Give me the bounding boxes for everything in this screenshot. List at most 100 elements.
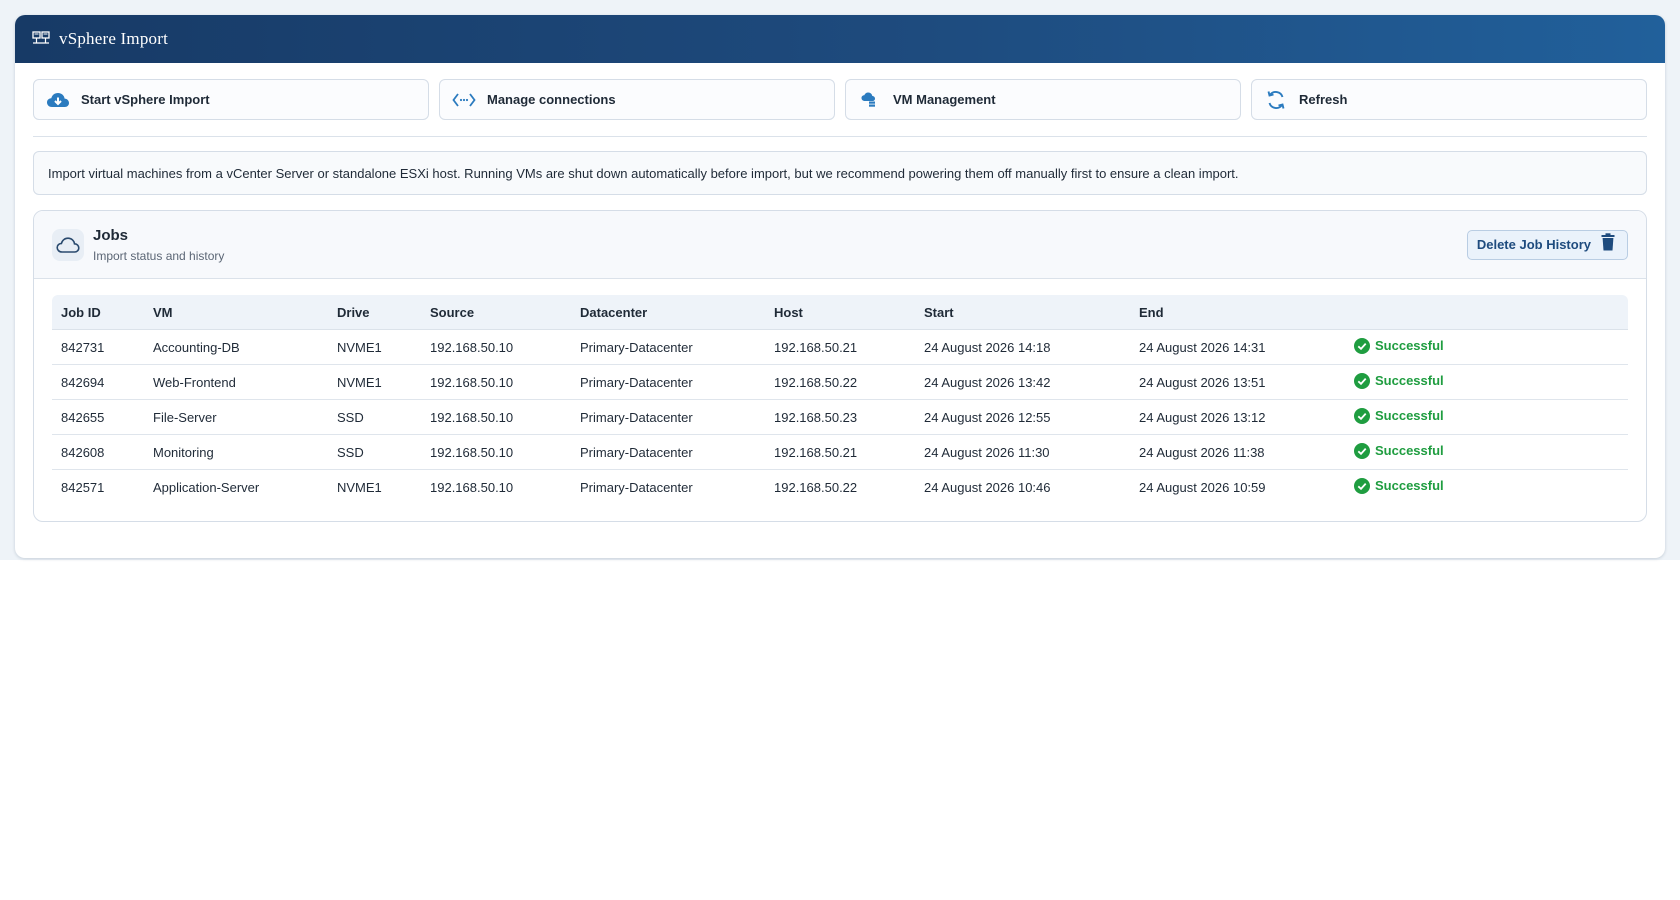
cell-host: 192.168.50.22 (774, 479, 858, 495)
cell-job-id: 842571 (61, 479, 105, 495)
cell-status: Successful (1345, 470, 1628, 505)
cell-drive: NVME1 (337, 479, 382, 495)
cloud-server-icon (858, 88, 882, 112)
status-text: Successful (1375, 478, 1444, 493)
cell-status: Successful (1345, 329, 1628, 365)
start-vsphere-import-button[interactable]: Start vSphere Import (33, 79, 429, 120)
status-badge: Successful (1354, 477, 1444, 494)
check-circle-icon (1354, 442, 1370, 459)
cell-job-id: 842694 (52, 364, 144, 400)
column-header-drive: Drive (328, 295, 421, 330)
cell-host: 192.168.50.21 (765, 434, 915, 470)
vm-management-label: VM Management (893, 92, 996, 107)
toolbar-divider (33, 136, 1647, 137)
delete-job-history-label: Delete Job History (1476, 237, 1591, 252)
info-message: Import virtual machines from a vCenter S… (33, 151, 1647, 195)
column-header-host: Host (765, 295, 915, 330)
cell-source: 192.168.50.10 (421, 399, 571, 435)
cell-host: 192.168.50.23 (765, 399, 915, 435)
cloud-icon (52, 228, 84, 261)
check-circle-icon (1354, 337, 1370, 354)
server-network-icon (32, 31, 50, 47)
cell-job-id: 842608 (52, 434, 144, 470)
cell-datacenter: Primary-Datacenter (571, 434, 765, 470)
cell-datacenter: Primary-Datacenter (571, 329, 765, 365)
cell-job-id: 842731 (52, 329, 144, 365)
cell-start: 24 August 2026 14:18 (915, 329, 1130, 365)
check-circle-icon (1354, 477, 1370, 494)
cell-drive: NVME1 (328, 364, 421, 400)
column-header-vm: VM (144, 295, 328, 330)
delete-job-history-button[interactable]: Delete Job History (1466, 229, 1628, 260)
table-row[interactable]: 842608 Monitoring SSD 192.168.50.10 Prim… (52, 434, 1628, 470)
cell-vm: Accounting-DB (144, 329, 328, 365)
cell-drive: SSD (328, 399, 421, 435)
cell-start: 24 August 2026 12:55 (915, 399, 1130, 435)
table-header-row: Job ID VM Drive Source Datacenter Host S… (52, 295, 1628, 330)
toolbar: Start vSphere Import Manage connections (33, 79, 1647, 120)
table-row[interactable]: 842694 Web-Frontend NVME1 192.168.50.10 … (52, 364, 1628, 400)
vsphere-import-window: vSphere Import Start vSphere Import Mana… (15, 15, 1665, 558)
status-badge: Successful (1354, 337, 1444, 354)
info-text: Import virtual machines from a vCenter S… (48, 165, 1239, 181)
status-badge: Successful (1354, 372, 1444, 389)
cell-host: 192.168.50.22 (765, 364, 915, 400)
cell-drive: SSD (328, 434, 421, 470)
status-text: Successful (1375, 408, 1444, 423)
trash-icon (1601, 233, 1615, 256)
cell-vm: Web-Frontend (144, 364, 328, 400)
status-text: Successful (1375, 373, 1444, 388)
refresh-button[interactable]: Refresh (1251, 79, 1647, 120)
cell-start: 24 August 2026 10:46 (924, 479, 1051, 495)
jobs-table-wrap: Job ID VM Drive Source Datacenter Host S… (34, 279, 1646, 504)
table-row[interactable]: 842655 File-Server SSD 192.168.50.10 Pri… (52, 399, 1628, 435)
manage-connections-label: Manage connections (487, 92, 616, 107)
cell-vm: Monitoring (144, 434, 328, 470)
cell-source: 192.168.50.10 (421, 364, 571, 400)
column-header-start: Start (915, 295, 1130, 330)
cell-drive: NVME1 (328, 329, 421, 365)
column-header-source: Source (421, 295, 571, 330)
window-title: vSphere Import (59, 29, 169, 48)
title-bar: vSphere Import (15, 15, 1665, 63)
table-row[interactable]: 842571 Application-Server NVME1 192.168.… (52, 470, 1628, 505)
cell-source: 192.168.50.10 (430, 479, 514, 495)
cell-end: 24 August 2026 11:38 (1130, 434, 1345, 470)
cell-start: 24 August 2026 13:42 (915, 364, 1130, 400)
jobs-titles: Jobs Import status and history (93, 227, 224, 263)
cell-datacenter: Primary-Datacenter (571, 364, 765, 400)
cell-end: 24 August 2026 10:59 (1139, 479, 1266, 495)
cell-host: 192.168.50.21 (765, 329, 915, 365)
cell-start: 24 August 2026 11:30 (915, 434, 1130, 470)
cloud-download-icon (46, 88, 70, 112)
jobs-title: Jobs (93, 226, 129, 244)
check-circle-icon (1354, 407, 1370, 424)
jobs-header: Jobs Import status and history Delete Jo… (34, 211, 1646, 279)
column-header-status (1345, 295, 1628, 330)
manage-connections-button[interactable]: Manage connections (439, 79, 835, 120)
cell-job-id: 842655 (52, 399, 144, 435)
jobs-panel: Jobs Import status and history Delete Jo… (33, 210, 1647, 522)
column-header-datacenter: Datacenter (571, 295, 765, 330)
check-circle-icon (1354, 372, 1370, 389)
status-text: Successful (1375, 443, 1444, 458)
cell-end: 24 August 2026 13:12 (1130, 399, 1345, 435)
cell-vm: Application-Server (153, 479, 260, 495)
cell-datacenter: Primary-Datacenter (580, 479, 693, 495)
table-row[interactable]: 842731 Accounting-DB NVME1 192.168.50.10… (52, 329, 1628, 365)
cell-datacenter: Primary-Datacenter (571, 399, 765, 435)
vm-management-button[interactable]: VM Management (845, 79, 1241, 120)
cell-source: 192.168.50.10 (421, 434, 571, 470)
column-header-end: End (1130, 295, 1345, 330)
main-content: Start vSphere Import Manage connections (15, 63, 1665, 522)
cell-status: Successful (1345, 434, 1628, 470)
refresh-label: Refresh (1299, 92, 1348, 107)
status-badge: Successful (1354, 407, 1444, 424)
start-vsphere-import-label: Start vSphere Import (81, 92, 210, 107)
cell-status: Successful (1345, 399, 1628, 435)
code-connections-icon (452, 88, 476, 112)
cell-end: 24 August 2026 13:51 (1130, 364, 1345, 400)
cell-end: 24 August 2026 14:31 (1130, 329, 1345, 365)
cell-status: Successful (1345, 364, 1628, 400)
status-badge: Successful (1354, 442, 1444, 459)
